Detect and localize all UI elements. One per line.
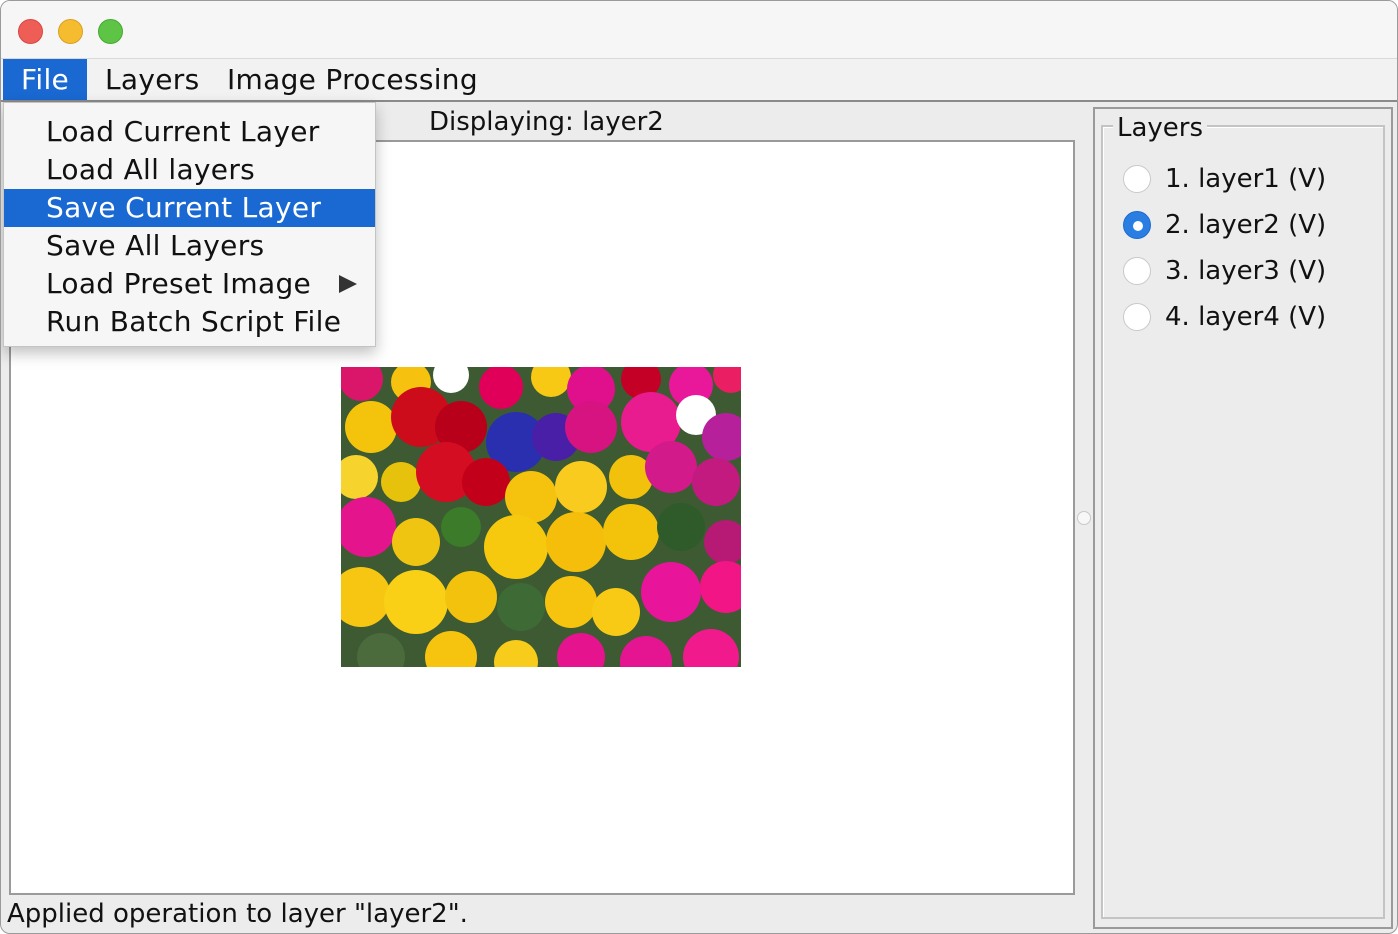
display-label: Displaying: layer2 [429, 107, 664, 137]
menu-layers[interactable]: Layers [87, 59, 217, 100]
close-window-button[interactable] [18, 19, 43, 44]
radio-button-selected[interactable] [1123, 211, 1151, 239]
menu-bar: File Layers Image Processing [1, 59, 1397, 102]
submenu-arrow-icon [339, 275, 357, 293]
layer-option-2[interactable]: 2. layer2 (V) [1123, 207, 1326, 243]
minimize-window-button[interactable] [58, 19, 83, 44]
status-bar-text: Applied operation to layer "layer2". [7, 899, 468, 929]
radio-button[interactable] [1123, 165, 1151, 193]
layer-option-4[interactable]: 4. layer4 (V) [1123, 299, 1326, 335]
layers-group-title: Layers [1113, 113, 1208, 143]
layer-option-3[interactable]: 3. layer3 (V) [1123, 253, 1326, 289]
menu-item-save-all-layers[interactable]: Save All Layers [4, 227, 375, 265]
title-bar [1, 1, 1397, 59]
radio-button[interactable] [1123, 257, 1151, 285]
radio-button[interactable] [1123, 303, 1151, 331]
layers-panel: Layers 1. layer1 (V) 2. layer2 (V) 3. la… [1093, 107, 1393, 929]
menu-image-processing[interactable]: Image Processing [209, 59, 496, 100]
file-menu-dropdown: Load Current Layer Load All layers Save … [3, 102, 376, 347]
menu-item-run-batch-script[interactable]: Run Batch Script File [4, 303, 375, 341]
maximize-window-button[interactable] [98, 19, 123, 44]
menu-item-load-current-layer[interactable]: Load Current Layer [4, 113, 375, 151]
layer-option-label: 2. layer2 (V) [1165, 210, 1327, 240]
layer-option-1[interactable]: 1. layer1 (V) [1123, 161, 1326, 197]
layer-image [341, 367, 741, 667]
menu-item-save-current-layer[interactable]: Save Current Layer [4, 189, 375, 227]
menu-item-label: Load Preset Image [46, 267, 312, 300]
menu-file[interactable]: File [3, 59, 88, 100]
splitter-handle[interactable] [1077, 511, 1091, 525]
layer-option-label: 1. layer1 (V) [1165, 164, 1327, 194]
layers-group: Layers 1. layer1 (V) 2. layer2 (V) 3. la… [1101, 113, 1385, 919]
menu-item-load-all-layers[interactable]: Load All layers [4, 151, 375, 189]
layer-option-label: 4. layer4 (V) [1165, 302, 1327, 332]
app-window: File Layers Image Processing Displaying:… [0, 0, 1398, 934]
flower-image [341, 367, 741, 667]
layer-option-label: 3. layer3 (V) [1165, 256, 1327, 286]
menu-item-load-preset-image[interactable]: Load Preset Image [4, 265, 375, 303]
